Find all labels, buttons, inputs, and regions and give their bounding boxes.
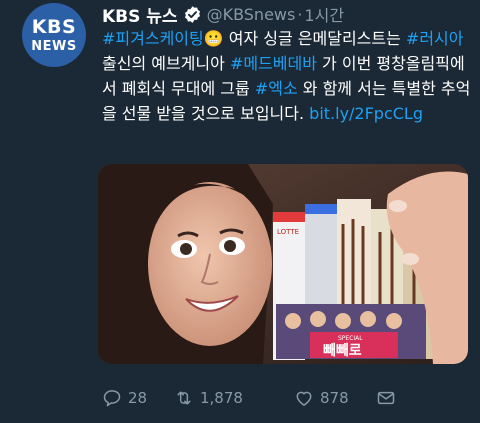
avatar[interactable]: KBS NEWS — [22, 3, 86, 67]
box-title-text: 빼빼로 — [323, 343, 362, 359]
member-face — [335, 313, 351, 329]
retweet-count: 1,878 — [200, 389, 243, 407]
left-pupil — [180, 243, 192, 255]
timestamp[interactable]: 1시간 — [304, 2, 344, 26]
handle[interactable]: @KBSnews — [207, 5, 296, 24]
reply-button[interactable]: 28 — [102, 388, 174, 408]
retweet-button[interactable]: 1,878 — [174, 388, 294, 408]
tweet-header: KBS 뉴스 @KBSnews · 1시간 — [102, 2, 472, 27]
member-face — [310, 311, 326, 327]
hashtag-russia[interactable]: #러시아 — [406, 29, 464, 48]
separator-dot: · — [297, 4, 303, 24]
member-face — [386, 313, 402, 329]
direct-message-button[interactable] — [376, 388, 396, 408]
fingernail — [401, 253, 419, 265]
hashtag-exo[interactable]: #엑소 — [255, 79, 298, 98]
tweet-actions: 28 1,878 878 — [102, 387, 422, 409]
hashtag-medvedeva[interactable]: #메드베데바 — [230, 54, 317, 73]
tweet-link[interactable]: bit.ly/2FpcCLg — [309, 104, 423, 123]
right-pupil — [224, 240, 236, 252]
member-face — [285, 313, 301, 329]
member-face — [360, 311, 376, 327]
avatar-text-news: NEWS — [31, 38, 77, 54]
reply-icon — [103, 390, 121, 407]
tweet-text: #피겨스케이팅😬 여자 싱글 은메달리스트는 #러시아 출신의 예브게니아 #메… — [102, 26, 474, 126]
avatar-text-kbs: KBS — [31, 15, 77, 38]
like-button[interactable]: 878 — [294, 388, 376, 408]
grimace-emoji: 😬 — [203, 29, 224, 48]
tweet-media-photo[interactable]: LOTTE SPECIAL 빼빼로 — [98, 164, 468, 364]
retweet-icon — [177, 391, 191, 405]
box-brand-text: LOTTE — [277, 228, 299, 236]
photo-illustration: LOTTE SPECIAL 빼빼로 — [98, 164, 468, 364]
heart-icon — [296, 391, 312, 406]
verified-badge-icon — [183, 5, 202, 24]
fingernail — [389, 200, 407, 212]
pepero-box-2-top — [305, 204, 337, 214]
tweet-text-segment: 출신의 예브게니아 — [102, 54, 230, 73]
tweet-text-segment: 여자 싱글 은메달리스트는 — [223, 29, 406, 48]
like-count: 878 — [320, 389, 349, 407]
display-name[interactable]: KBS 뉴스 — [102, 2, 178, 27]
pepero-box-1-top — [273, 212, 305, 222]
reply-count: 28 — [128, 389, 148, 407]
box-special-text: SPECIAL — [338, 335, 363, 342]
envelope-icon — [377, 391, 395, 405]
hashtag-figure-skating[interactable]: #피겨스케이팅 — [102, 29, 204, 48]
